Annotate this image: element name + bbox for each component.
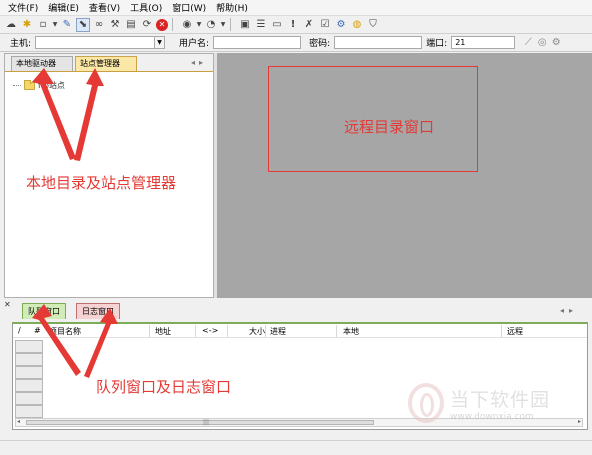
toolbar-separator [230, 18, 234, 31]
status-bar [0, 440, 592, 455]
upload-icon[interactable]: ◔ [204, 18, 218, 32]
new-icon[interactable]: ▫ [36, 18, 50, 32]
user-field[interactable] [213, 36, 302, 49]
options-icon[interactable]: ⚙ [549, 36, 563, 50]
stop-icon[interactable]: ✕ [156, 18, 168, 31]
column-header[interactable]: 本地 [343, 326, 359, 337]
tab-log[interactable]: 日志窗口 [76, 303, 120, 319]
column-header[interactable]: # [34, 326, 41, 335]
column-header[interactable]: 远程 [507, 326, 523, 337]
host-dropdown-icon[interactable]: ▼ [155, 36, 166, 49]
pencil-icon[interactable]: ✎ [60, 18, 74, 32]
column-divider[interactable] [149, 325, 150, 337]
menu-file[interactable]: 文件(F) [8, 1, 38, 14]
play-icon[interactable]: ◉ [180, 18, 194, 32]
column-header[interactable]: 地址 [155, 326, 171, 337]
connect-icon[interactable]: ☁ [4, 18, 18, 32]
queue-annotation-label: 队列窗口及日志窗口 [96, 378, 232, 396]
column-divider[interactable] [195, 325, 196, 337]
shield-icon[interactable]: ⛉ [366, 18, 380, 32]
port-label: 端口: [426, 39, 448, 49]
row-header[interactable] [15, 353, 43, 366]
dropdown-icon[interactable]: ▼ [220, 18, 226, 32]
column-header[interactable]: / [18, 326, 21, 335]
column-header[interactable]: 进程 [270, 326, 286, 337]
menu-window[interactable]: 窗口(W) [172, 1, 206, 14]
close-icon[interactable]: ✕ [4, 300, 11, 309]
column-header[interactable]: 大小 [249, 326, 265, 337]
menu-bar: 文件(F) 编辑(E) 查看(V) 工具(O) 窗口(W) 帮助(H) [0, 0, 592, 16]
settings-icon[interactable]: ⚙ [334, 18, 348, 32]
tab-scroll-arrows[interactable]: ◂▸ [191, 58, 207, 67]
scroll-left-icon[interactable]: ◂ [17, 418, 20, 425]
refresh-icon[interactable]: ⟳ [140, 18, 154, 32]
scrollbar-thumb[interactable]: ||| [26, 419, 374, 426]
toolbar: ☁ ✱ ▫ ▼ ✎ ⬊ ∞ ⚒ ▤ ⟳ ✕ ◉ ▼ ◔ ▼ ▣ ☰ ▭ ! ✗ … [0, 16, 592, 34]
menu-tools[interactable]: 工具(O) [130, 1, 162, 14]
watermark: 当下软件园 www.downxia.com [408, 383, 550, 423]
tab-scroll-arrows[interactable]: ◂▸ [560, 306, 578, 315]
site-manager-icon[interactable]: ▣ [238, 18, 252, 32]
tree-item[interactable]: ftp站点 [13, 79, 65, 91]
port-field[interactable]: 21 [451, 36, 516, 49]
menu-edit[interactable]: 编辑(E) [48, 1, 79, 14]
host-label: 主机: [10, 39, 32, 49]
wand-icon[interactable]: ✱ [20, 18, 34, 32]
tab-local-drive[interactable]: 本地驱动器 [11, 56, 73, 71]
row-header[interactable] [15, 340, 43, 353]
tree-connector [13, 85, 21, 86]
user-label: 用户名: [179, 39, 210, 49]
tree-item-label: ftp站点 [38, 81, 65, 90]
cache-icon[interactable]: ▤ [124, 18, 138, 32]
folder-icon[interactable]: ▭ [270, 18, 284, 32]
connection-bar: 主机: ▼ 用户名: 密码: 端口: 21 ⟋ ◎ ⚙ [0, 34, 592, 52]
row-header[interactable] [15, 405, 43, 418]
table-header: / # 项目名称 地址 <-> 大小 进程 本地 远程 [13, 324, 587, 338]
grip-icon: ||| [203, 419, 210, 426]
scroll-right-icon[interactable]: ▸ [578, 418, 581, 425]
folder-icon [24, 79, 35, 90]
column-divider[interactable] [227, 325, 228, 337]
list-icon[interactable]: ☰ [254, 18, 268, 32]
delete-icon[interactable]: ✗ [302, 18, 316, 32]
watermark-name: 当下软件园 [450, 388, 551, 411]
log-icon[interactable]: ☑ [318, 18, 332, 32]
local-annotation-label: 本地目录及站点管理器 [26, 174, 177, 192]
link-icon[interactable]: ∞ [92, 18, 106, 32]
watermark-logo-icon [408, 383, 444, 423]
row-headers [15, 340, 43, 418]
watermark-text: 当下软件园 www.downxia.com [450, 385, 550, 422]
toolbar-separator [172, 18, 176, 31]
disc-icon[interactable]: ◎ [535, 36, 549, 50]
tab-queue[interactable]: 队列窗口 [22, 303, 66, 319]
password-field[interactable] [334, 36, 423, 49]
watermark-url: www.downxia.com [450, 411, 534, 422]
menu-help[interactable]: 帮助(H) [216, 1, 248, 14]
select-icon[interactable]: ⬊ [76, 17, 90, 32]
host-field[interactable] [35, 36, 156, 49]
column-header[interactable]: <-> [202, 326, 218, 335]
quick-connect-icon[interactable]: ⟋ [521, 36, 535, 50]
local-tabstrip: 本地驱动器 站点管理器 ◂▸ [5, 54, 213, 72]
password-label: 密码: [309, 39, 331, 49]
row-header[interactable] [15, 366, 43, 379]
column-header[interactable]: 项目名称 [49, 326, 81, 337]
row-header[interactable] [15, 379, 43, 392]
disconnect-icon[interactable]: ⚒ [108, 18, 122, 32]
support-icon[interactable]: ◍ [350, 18, 364, 32]
dropdown-icon[interactable]: ▼ [52, 18, 58, 32]
tab-site-manager[interactable]: 站点管理器 [75, 56, 137, 71]
column-divider[interactable] [265, 325, 266, 337]
dropdown-icon[interactable]: ▼ [196, 18, 202, 32]
remote-annotation-label: 远程目录窗口 [344, 118, 435, 136]
row-header[interactable] [15, 392, 43, 405]
column-divider[interactable] [336, 325, 337, 337]
menu-view[interactable]: 查看(V) [89, 1, 120, 14]
column-divider[interactable] [501, 325, 502, 337]
exclamation-icon[interactable]: ! [286, 18, 300, 32]
